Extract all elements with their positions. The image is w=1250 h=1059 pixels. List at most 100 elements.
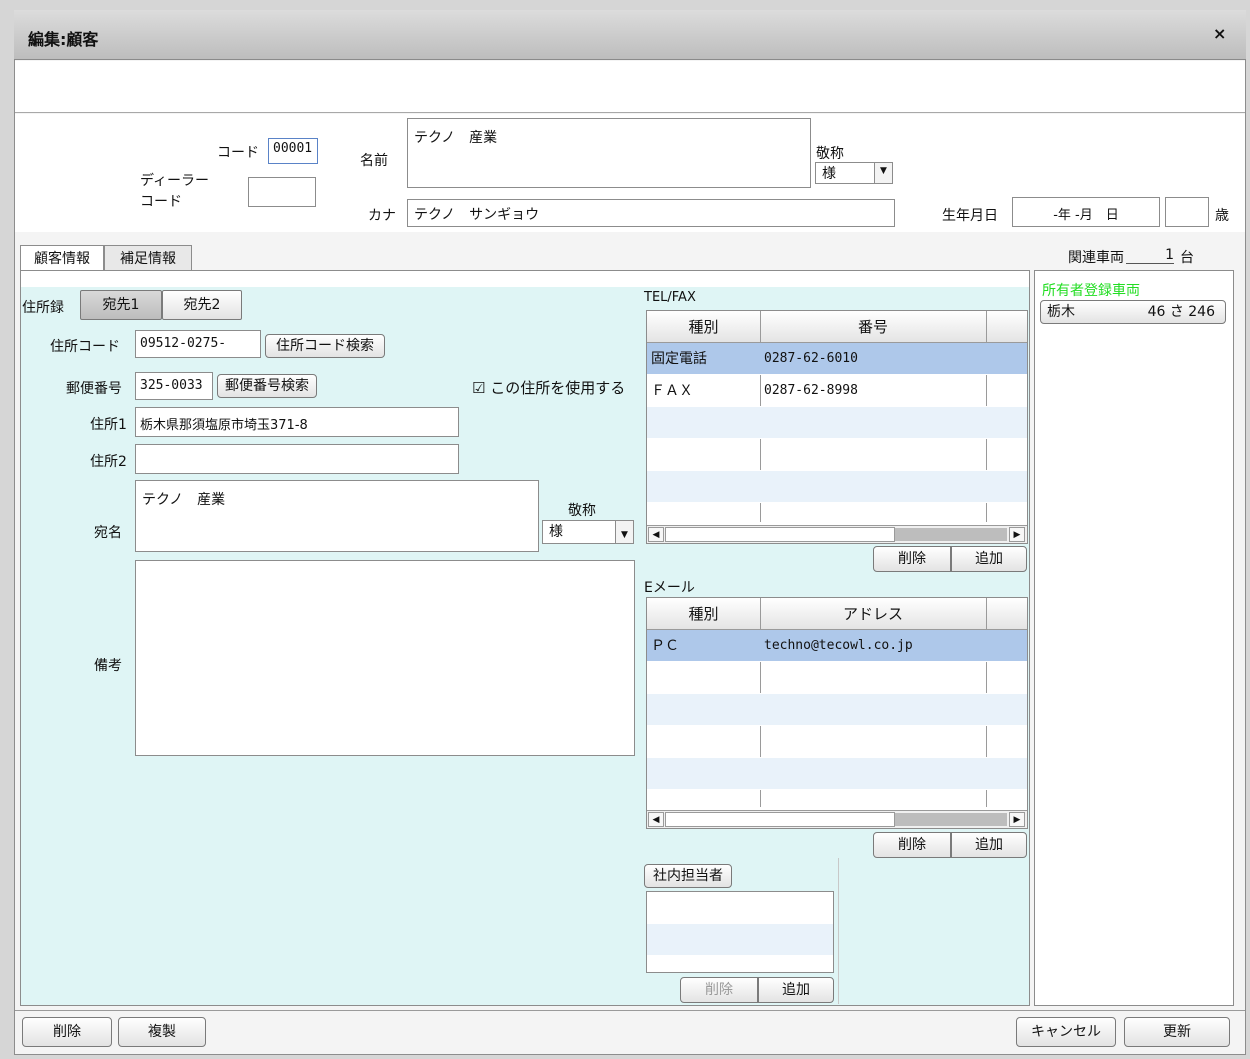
- email-section-label: Eメール: [644, 580, 695, 596]
- table-row[interactable]: [647, 439, 1027, 471]
- use-address-checkbox[interactable]: ☑ この住所を使用する: [472, 377, 625, 398]
- code-label: コード: [217, 145, 259, 161]
- birthday-label: 生年月日: [942, 208, 998, 224]
- table-row[interactable]: [647, 471, 1027, 503]
- staff-divider: [838, 858, 839, 1004]
- related-vehicles-panel: [1034, 270, 1234, 1006]
- address2-input[interactable]: [135, 444, 459, 474]
- tel-delete-button[interactable]: 削除: [873, 546, 951, 572]
- related-vehicles-unit: 台: [1180, 250, 1194, 266]
- recipient-honorific-select[interactable]: 様 ▼: [542, 520, 634, 544]
- tel-fax-section-label: TEL/FAX: [644, 290, 696, 305]
- postal-code-label: 郵便番号: [66, 381, 122, 397]
- scroll-left-icon[interactable]: ◀: [648, 527, 664, 542]
- update-button[interactable]: 更新: [1124, 1017, 1230, 1047]
- dealer-code-input[interactable]: [248, 177, 316, 207]
- list-item[interactable]: [647, 892, 833, 924]
- staff-list[interactable]: [646, 891, 834, 973]
- scroll-left-icon[interactable]: ◀: [648, 812, 664, 827]
- tab-supplementary-info[interactable]: 補足情報: [104, 245, 192, 271]
- table-row[interactable]: [647, 758, 1027, 790]
- staff-add-button[interactable]: 追加: [758, 977, 834, 1003]
- related-vehicles-label: 関連車両: [1068, 250, 1124, 266]
- cancel-button[interactable]: キャンセル: [1016, 1017, 1116, 1047]
- address1-input[interactable]: 栃木県那須塩原市埼玉371-8: [135, 407, 459, 437]
- tel-horizontal-scrollbar[interactable]: ◀ ▶: [647, 525, 1027, 543]
- postal-code-search-button[interactable]: 郵便番号検索: [217, 374, 317, 398]
- email-col-type: 種別: [647, 598, 761, 629]
- email-horizontal-scrollbar[interactable]: ◀ ▶: [647, 810, 1027, 828]
- email-delete-button[interactable]: 削除: [873, 832, 951, 858]
- staff-button[interactable]: 社内担当者: [644, 864, 732, 888]
- table-row[interactable]: [647, 503, 1027, 523]
- tel-add-button[interactable]: 追加: [951, 546, 1027, 572]
- tab-destination-2[interactable]: 宛先2: [162, 290, 242, 320]
- address-code-search-button[interactable]: 住所コード検索: [265, 334, 385, 358]
- tel-fax-grid: 種別 番号 固定電話 0287-62-6010 ＦＡＸ 0287-62-8998…: [646, 310, 1028, 544]
- email-add-button[interactable]: 追加: [951, 832, 1027, 858]
- age-unit: 歳: [1215, 208, 1229, 224]
- kana-label: カナ: [368, 208, 396, 224]
- table-row[interactable]: ＰＣ techno@tecowl.co.jp: [647, 630, 1027, 662]
- duplicate-button[interactable]: 複製: [118, 1017, 206, 1047]
- email-col-address: アドレス: [760, 598, 987, 629]
- scroll-track: [895, 528, 1007, 541]
- notes-textarea[interactable]: [135, 560, 635, 756]
- recipient-input[interactable]: テクノ 産業: [135, 480, 539, 552]
- honorific-label: 敬称: [816, 146, 844, 162]
- code-input[interactable]: 00001: [268, 138, 318, 164]
- name-input[interactable]: テクノ 産業: [407, 118, 811, 188]
- list-item[interactable]: [647, 924, 833, 956]
- age-input[interactable]: [1165, 197, 1209, 227]
- owner-vehicles-label: 所有者登録車両: [1042, 283, 1140, 299]
- recipient-label: 宛名: [94, 525, 122, 541]
- table-row[interactable]: [647, 726, 1027, 758]
- email-type-cell: ＰＣ: [651, 638, 679, 654]
- email-grid: 種別 アドレス ＰＣ techno@tecowl.co.jp ◀ ▶: [646, 597, 1028, 829]
- scroll-right-icon[interactable]: ▶: [1009, 812, 1025, 827]
- address-code-input[interactable]: 09512-0275-: [135, 330, 261, 358]
- related-vehicles-count: 1: [1126, 247, 1174, 264]
- close-icon[interactable]: ×: [1213, 24, 1226, 43]
- tab-destination-1[interactable]: 宛先1: [80, 290, 162, 320]
- name-label: 名前: [360, 153, 388, 169]
- kana-input[interactable]: テクノ サンギョウ: [407, 199, 895, 227]
- use-address-label: この住所を使用する: [490, 379, 626, 397]
- tel-type-cell: 固定電話: [651, 351, 707, 367]
- delete-button[interactable]: 削除: [22, 1017, 112, 1047]
- tel-number-cell: 0287-62-8998: [764, 383, 858, 398]
- table-row[interactable]: [647, 662, 1027, 694]
- plate-region: 栃木: [1047, 304, 1075, 320]
- table-row[interactable]: [647, 694, 1027, 726]
- table-row[interactable]: [647, 407, 1027, 439]
- tel-type-cell: ＦＡＸ: [651, 383, 693, 399]
- plate-number: 46 さ 246: [1147, 304, 1215, 320]
- vehicle-plate-button[interactable]: 栃木 46 さ 246: [1040, 300, 1226, 324]
- scroll-thumb[interactable]: [665, 812, 895, 827]
- email-grid-header: 種別 アドレス: [647, 598, 1027, 630]
- scroll-track: [895, 813, 1007, 826]
- chevron-down-icon: ▼: [874, 163, 892, 183]
- table-row[interactable]: [647, 790, 1027, 808]
- tel-col-number: 番号: [760, 311, 987, 342]
- table-row[interactable]: 固定電話 0287-62-6010: [647, 343, 1027, 375]
- honorific-value: 様: [822, 166, 836, 182]
- recipient-honorific-label: 敬称: [568, 503, 596, 519]
- staff-delete-button[interactable]: 削除: [680, 977, 758, 1003]
- tab-customer-info[interactable]: 顧客情報: [20, 245, 104, 271]
- scroll-right-icon[interactable]: ▶: [1009, 527, 1025, 542]
- table-row[interactable]: ＦＡＸ 0287-62-8998: [647, 375, 1027, 407]
- address-code-label: 住所コード: [50, 339, 120, 355]
- birthday-input[interactable]: -年 -月 日: [1012, 197, 1160, 227]
- dialog-titlebar: [14, 10, 1246, 60]
- postal-code-input[interactable]: 325-0033: [135, 372, 213, 400]
- checkbox-checked-icon: ☑: [472, 379, 486, 397]
- honorific-select[interactable]: 様 ▼: [815, 162, 893, 184]
- dialog-title: 編集:顧客: [28, 30, 99, 49]
- scroll-thumb[interactable]: [665, 527, 895, 542]
- tel-grid-header: 種別 番号: [647, 311, 1027, 343]
- recipient-honorific-value: 様: [549, 524, 563, 540]
- address2-label: 住所2: [90, 454, 127, 470]
- address1-label: 住所1: [90, 417, 127, 433]
- address-book-label: 住所録: [22, 300, 64, 316]
